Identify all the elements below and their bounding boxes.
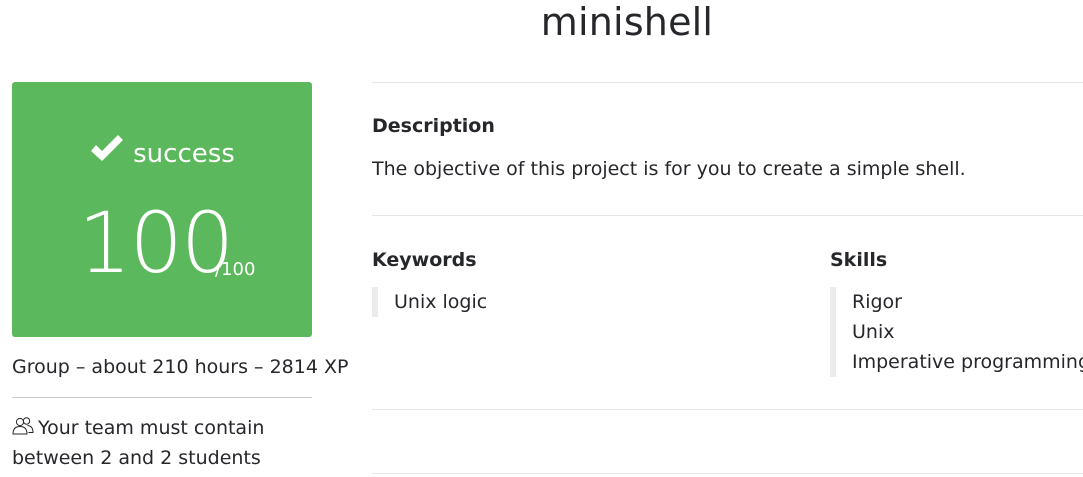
divider — [372, 82, 1083, 83]
divider — [372, 473, 1083, 474]
skills-list: Rigor Unix Imperative programming — [830, 287, 1083, 377]
score-value: 100 — [78, 194, 234, 292]
status-line: success — [12, 134, 312, 172]
team-requirement: Your team must contain between 2 and 2 s… — [12, 413, 312, 473]
status-card: success 100 /100 — [12, 82, 312, 337]
skill-item: Imperative programming — [852, 351, 1083, 373]
score-max: /100 — [215, 259, 256, 280]
status-label: success — [133, 139, 235, 169]
keywords-label: Keywords — [372, 249, 477, 271]
team-requirement-text: Your team must contain between 2 and 2 s… — [12, 417, 265, 469]
skill-item: Rigor — [852, 291, 902, 313]
meta-divider — [12, 397, 312, 398]
skill-item: Unix — [852, 321, 895, 343]
project-meta: Group – about 210 hours – 2814 XP — [12, 356, 349, 378]
description-label: Description — [372, 115, 495, 137]
checkmark-icon — [91, 135, 124, 161]
divider — [372, 409, 1083, 410]
users-icon — [12, 417, 34, 435]
page-title: minishell — [540, 0, 714, 44]
skills-label: Skills — [830, 249, 888, 271]
keywords-list: Unix logic — [372, 287, 487, 317]
divider — [372, 215, 1083, 216]
keyword-item: Unix logic — [394, 291, 488, 313]
description-text: The objective of this project is for you… — [372, 158, 966, 180]
